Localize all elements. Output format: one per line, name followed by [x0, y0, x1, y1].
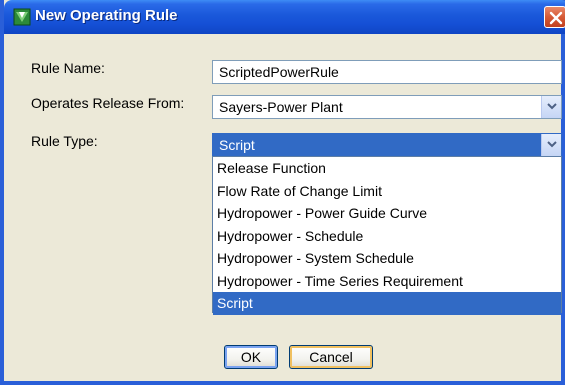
option-hydropower-time-series-requirement[interactable]: Hydropower - Time Series Requirement [213, 270, 561, 293]
option-flow-rate-of-change-limit[interactable]: Flow Rate of Change Limit [213, 180, 561, 203]
operates-release-from-label: Operates Release From: [31, 95, 185, 111]
operates-release-from-value: Sayers-Power Plant [219, 99, 343, 115]
rule-name-label: Rule Name: [31, 60, 105, 76]
option-hydropower-schedule[interactable]: Hydropower - Schedule [213, 225, 561, 248]
rule-name-value: ScriptedPowerRule [219, 64, 339, 80]
operates-dropdown-button[interactable] [541, 96, 561, 118]
rule-type-label: Rule Type: [31, 133, 98, 149]
chevron-down-icon [547, 141, 557, 148]
title-bar[interactable]: New Operating Rule [4, 0, 565, 34]
cancel-button[interactable]: Cancel [289, 345, 373, 369]
chevron-down-icon [547, 103, 557, 110]
ok-button[interactable]: OK [224, 345, 278, 369]
rule-type-value: Script [219, 137, 255, 153]
rule-type-options-list: Release Function Flow Rate of Change Lim… [212, 156, 562, 315]
close-button[interactable] [544, 6, 565, 28]
option-hydropower-power-guide-curve[interactable]: Hydropower - Power Guide Curve [213, 202, 561, 225]
rule-type-select[interactable]: Script [212, 133, 562, 157]
close-icon [549, 11, 563, 25]
rule-name-input[interactable]: ScriptedPowerRule [212, 60, 562, 84]
app-icon [13, 8, 31, 26]
option-release-function[interactable]: Release Function [213, 157, 561, 180]
option-hydropower-system-schedule[interactable]: Hydropower - System Schedule [213, 247, 561, 270]
operates-release-from-select[interactable]: Sayers-Power Plant [212, 95, 562, 119]
new-operating-rule-dialog: New Operating Rule Rule Name: ScriptedPo… [0, 0, 565, 385]
option-script[interactable]: Script [213, 292, 561, 315]
dialog-title: New Operating Rule [35, 7, 178, 24]
rule-type-dropdown-button[interactable] [541, 134, 561, 156]
